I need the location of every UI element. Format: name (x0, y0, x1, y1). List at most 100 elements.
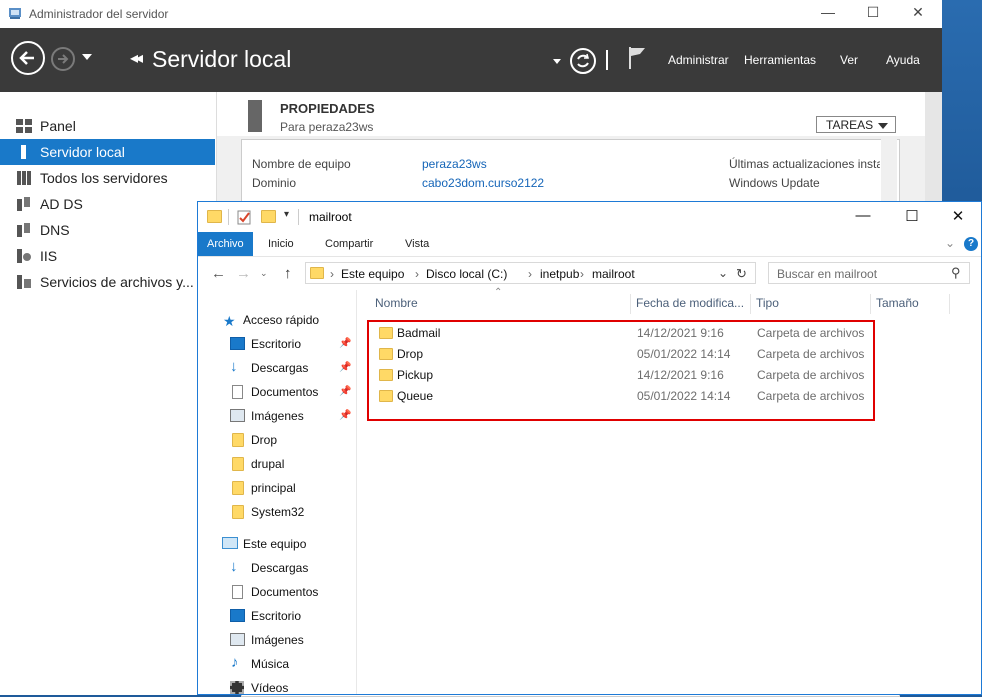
new-folder-icon[interactable] (261, 210, 276, 223)
up-arrow-icon[interactable]: ↑ (284, 265, 292, 282)
nav-imagenes[interactable]: Imágenes 📌 (198, 405, 356, 427)
pin-icon[interactable]: 📌 (339, 357, 351, 379)
nav-escritorio[interactable]: Escritorio 📌 (198, 333, 356, 355)
tasks-label: TAREAS (826, 118, 874, 132)
folder-icon (207, 210, 222, 223)
breadcrumb-inetpub[interactable]: inetpub (540, 267, 579, 281)
nav-label: System32 (251, 505, 305, 519)
refresh-dropdown-icon[interactable] (553, 59, 561, 64)
sort-ascending-icon: ⌃ (494, 287, 503, 298)
nav-acceso-rapido[interactable]: ★ Acceso rápido (198, 309, 356, 331)
server-manager-header: ◂◂ Servidor local Administrar Herramient… (0, 28, 942, 92)
breadcrumb-este-equipo[interactable]: Este equipo (341, 267, 404, 281)
column-header-date[interactable]: Fecha de modifica... (636, 296, 744, 310)
tab-vista[interactable]: Vista (405, 232, 429, 256)
sidebar-item-todos-los-servidores[interactable]: Todos los servidores (0, 165, 215, 191)
forward-arrow-icon[interactable]: → (236, 265, 251, 282)
search-input[interactable]: Buscar en mailroot ⚲ (768, 262, 970, 284)
sidebar-item-dns[interactable]: DNS (0, 217, 215, 243)
column-header-type[interactable]: Tipo (756, 296, 779, 310)
back-arrow-icon[interactable]: ← (211, 265, 226, 282)
pin-icon[interactable]: 📌 (339, 381, 351, 403)
customize-toolbar-icon[interactable]: ▾ (284, 209, 289, 220)
nav-label: Escritorio (251, 609, 302, 623)
documents-icon (232, 385, 243, 399)
tab-compartir[interactable]: Compartir (325, 232, 373, 256)
sidebar-item-label: Panel (40, 118, 76, 134)
refresh-button[interactable] (570, 48, 596, 74)
file-explorer-window: ▾ mailroot — ☐ ✕ Archivo Inicio Comparti… (197, 201, 982, 695)
column-separator[interactable] (949, 294, 950, 314)
properties-title: PROPIEDADES (280, 101, 375, 116)
maximize-button[interactable]: ☐ (858, 4, 888, 24)
sidebar-item-panel[interactable]: Panel (0, 113, 215, 139)
computer-name-link[interactable]: peraza23ws (422, 157, 487, 171)
recent-locations-icon[interactable]: ⌄ (260, 268, 268, 279)
navigation-pane: ★ Acceso rápido Escritorio 📌 ↓ Descargas… (198, 290, 357, 694)
notifications-flag-icon[interactable] (627, 45, 647, 71)
refresh-icon[interactable]: ↻ (736, 266, 747, 282)
refresh-icon (577, 53, 589, 68)
nav-pc-escritorio[interactable]: Escritorio (198, 605, 356, 627)
nav-pc-descargas[interactable]: ↓ Descargas (198, 557, 356, 579)
search-icon: ⚲ (951, 265, 961, 280)
breadcrumb-disco-local[interactable]: Disco local (C:) (426, 267, 507, 281)
column-separator[interactable] (870, 294, 871, 314)
tasks-dropdown[interactable]: TAREAS (816, 116, 896, 133)
tab-inicio[interactable]: Inicio (268, 232, 294, 256)
nav-pc-videos[interactable]: Vídeos (198, 677, 356, 694)
page-title: Servidor local (152, 46, 292, 72)
nav-pc-musica[interactable]: ♪ Música (198, 653, 356, 675)
sidebar-item-label: IIS (40, 248, 58, 264)
column-separator[interactable] (750, 294, 751, 314)
pin-icon[interactable]: 📌 (339, 405, 351, 427)
properties-header: PROPIEDADES Para peraza23ws TAREAS (217, 92, 927, 136)
property-label: Dominio (252, 176, 297, 190)
nav-drupal[interactable]: drupal (198, 453, 356, 475)
maximize-button[interactable]: ☐ (892, 207, 932, 227)
sidebar-item-servicios-de-archivos[interactable]: Servicios de archivos y... (0, 269, 215, 295)
nav-label: Acceso rápido (243, 313, 320, 327)
star-icon: ★ (223, 313, 236, 329)
close-button[interactable]: ✕ (938, 207, 978, 227)
menu-ayuda[interactable]: Ayuda (886, 53, 920, 67)
sidebar-item-iis[interactable]: IIS (0, 243, 215, 269)
sidebar-item-ad-ds[interactable]: AD DS (0, 191, 215, 217)
nav-documentos[interactable]: Documentos 📌 (198, 381, 356, 403)
dns-icon (17, 223, 30, 237)
nav-este-equipo[interactable]: Este equipo (198, 533, 356, 555)
breadcrumb-mailroot[interactable]: mailroot (592, 267, 635, 281)
nav-descargas[interactable]: ↓ Descargas 📌 (198, 357, 356, 379)
expand-ribbon-icon[interactable]: ⌄ (945, 236, 955, 250)
sidebar-item-label: AD DS (40, 196, 83, 212)
minimize-button[interactable]: — (813, 4, 843, 24)
address-bar[interactable]: › Este equipo › Disco local (C:) › inetp… (305, 262, 756, 284)
explorer-title: mailroot (309, 210, 352, 224)
chevron-down-icon[interactable]: ⌄ (718, 266, 728, 280)
menu-administrar[interactable]: Administrar (668, 53, 729, 67)
nav-pc-imagenes[interactable]: Imágenes (198, 629, 356, 651)
column-header-size[interactable]: Tamaño (876, 296, 919, 310)
minimize-button[interactable]: — (843, 207, 883, 227)
menu-ver[interactable]: Ver (840, 53, 858, 67)
sidebar-item-servidor-local[interactable]: Servidor local (0, 139, 215, 165)
properties-icon[interactable] (237, 210, 252, 225)
column-separator[interactable] (630, 294, 631, 314)
nav-principal[interactable]: principal (198, 477, 356, 499)
menu-herramientas[interactable]: Herramientas (744, 53, 816, 67)
nav-pc-documentos[interactable]: Documentos (198, 581, 356, 603)
divider (228, 209, 229, 225)
help-icon[interactable]: ? (964, 237, 978, 251)
close-button[interactable]: ✕ (903, 4, 933, 24)
back-button[interactable] (11, 41, 45, 75)
domain-link[interactable]: cabo23dom.curso2122 (422, 176, 544, 190)
column-header-name[interactable]: Nombre (375, 296, 418, 310)
forward-button[interactable] (51, 47, 75, 71)
nav-drop[interactable]: Drop (198, 429, 356, 451)
nav-system32[interactable]: System32 (198, 501, 356, 523)
breadcrumb-arrows-icon: ◂◂ (130, 50, 143, 67)
tab-archivo[interactable]: Archivo (198, 232, 253, 256)
history-dropdown-icon[interactable] (82, 54, 92, 60)
pin-icon[interactable]: 📌 (339, 333, 351, 355)
property-label: Últimas actualizaciones insta (729, 157, 880, 171)
